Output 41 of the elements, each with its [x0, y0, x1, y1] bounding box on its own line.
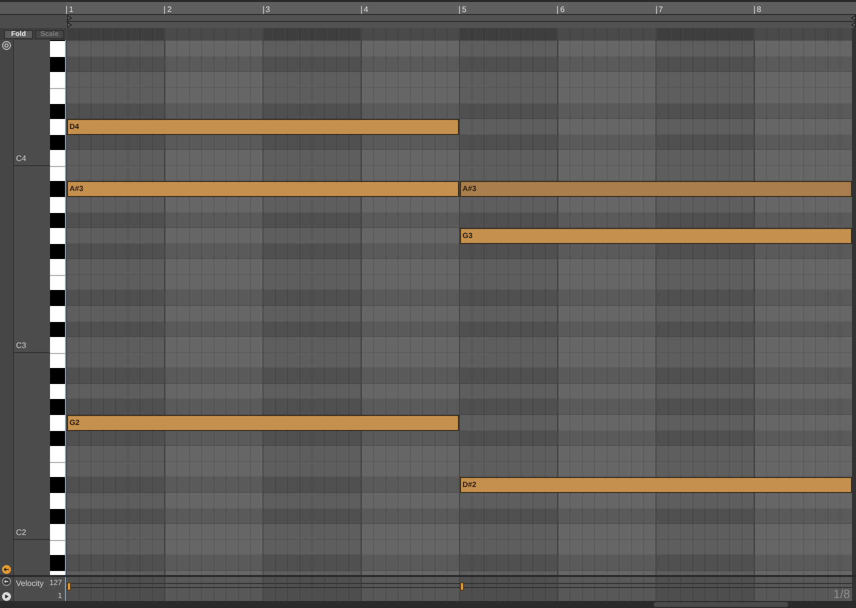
- bar-number: 4: [364, 6, 368, 14]
- octave-label: C3: [15, 342, 26, 350]
- piano-key[interactable]: [50, 462, 65, 478]
- bar-number: 1: [69, 6, 74, 14]
- play-icon[interactable]: [2, 592, 11, 601]
- bar-number: 7: [658, 6, 663, 14]
- octave-label: C2: [15, 528, 26, 537]
- piano-key[interactable]: [50, 508, 65, 524]
- velocity-handle[interactable]: [460, 582, 464, 591]
- piano-key[interactable]: [50, 322, 65, 338]
- piano-key[interactable]: [50, 134, 65, 150]
- triangle-marker-icon[interactable]: [67, 22, 72, 28]
- piano-key[interactable]: [50, 212, 65, 228]
- piano-key[interactable]: [50, 399, 65, 416]
- piano-key[interactable]: [50, 274, 65, 290]
- piano-key[interactable]: [50, 290, 65, 306]
- octave-label: C4: [15, 154, 26, 163]
- ring-icon[interactable]: [2, 41, 11, 50]
- lane-title: Velocity: [16, 580, 44, 590]
- velocity-handle[interactable]: [66, 582, 70, 591]
- piano-key[interactable]: [50, 166, 65, 182]
- bar-number: 2: [167, 6, 172, 14]
- scrollbar-thumb[interactable]: [654, 602, 788, 607]
- bar-number: 8: [756, 6, 762, 14]
- piano-key[interactable]: [50, 244, 65, 260]
- bar-number: 5: [462, 6, 466, 14]
- triangle-marker-icon[interactable]: [851, 22, 856, 28]
- left-arrow-icon[interactable]: [2, 565, 11, 574]
- triangle-marker-icon[interactable]: [851, 15, 856, 21]
- piano-key[interactable]: [50, 352, 65, 368]
- bar-number: 3: [266, 6, 270, 14]
- piano-key[interactable]: [50, 104, 65, 120]
- bar-number: 6: [560, 6, 565, 14]
- piano-key[interactable]: [50, 540, 65, 556]
- piano-key[interactable]: [50, 384, 65, 400]
- piano-key[interactable]: [50, 430, 65, 446]
- triangle-marker-icon[interactable]: [67, 15, 72, 21]
- left-arrow-icon[interactable]: [2, 577, 11, 586]
- piano-key[interactable]: [50, 56, 65, 72]
- piano-key[interactable]: [50, 196, 65, 213]
- piano-key[interactable]: [50, 492, 65, 509]
